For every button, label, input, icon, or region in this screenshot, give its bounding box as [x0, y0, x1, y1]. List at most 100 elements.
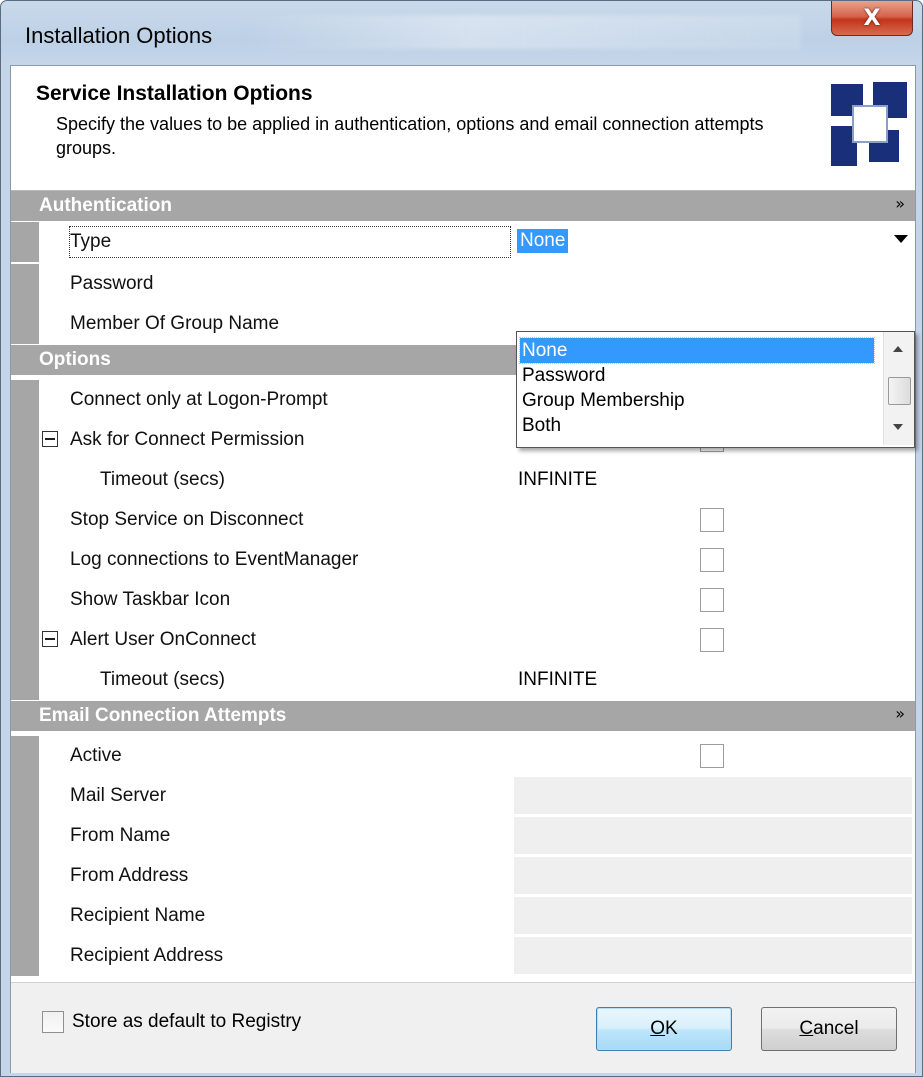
property-row-recipient-address[interactable]: Recipient Address	[11, 936, 915, 976]
row-margin	[11, 936, 39, 976]
dropdown-option-both[interactable]: Both	[520, 413, 874, 438]
checkbox[interactable]	[700, 588, 724, 612]
property-row-stop-service[interactable]: Stop Service on Disconnect	[11, 500, 915, 540]
row-margin	[11, 304, 39, 344]
dropdown-option-group-membership[interactable]: Group Membership	[520, 388, 874, 413]
header-panel: Service Installation Options Specify the…	[11, 66, 915, 191]
window-title: Installation Options	[25, 23, 213, 48]
dialog-window: Installation Options X Service Installat…	[0, 0, 923, 1077]
row-margin	[11, 896, 39, 936]
property-row-active[interactable]: Active	[11, 736, 915, 776]
property-row-recipient-name[interactable]: Recipient Name	[11, 896, 915, 936]
title-bar-glass	[241, 15, 801, 49]
scroll-up-arrow-icon[interactable]	[893, 346, 903, 352]
dialog-client: Service Installation Options Specify the…	[10, 65, 916, 1073]
title-bar[interactable]: Installation Options X	[1, 1, 922, 65]
property-value-disabled	[514, 897, 912, 934]
dropdown-option-password[interactable]: Password	[520, 363, 874, 388]
property-label: Log connections to EventManager	[70, 549, 359, 570]
scroll-thumb[interactable]	[888, 377, 911, 405]
category-email[interactable]: Email Connection Attempts »	[11, 701, 915, 731]
property-row-show-taskbar[interactable]: Show Taskbar Icon	[11, 580, 915, 620]
row-margin	[11, 580, 39, 620]
checkbox[interactable]	[700, 628, 724, 652]
property-row-mail-server[interactable]: Mail Server	[11, 776, 915, 816]
row-margin	[11, 264, 39, 304]
close-icon: X	[863, 5, 881, 31]
collapse-minus-icon[interactable]	[42, 631, 58, 647]
row-margin	[11, 420, 39, 460]
footer-bar: Store as default to Registry OK Cancel	[11, 982, 915, 1073]
property-value[interactable]	[514, 501, 912, 538]
collapse-minus-icon[interactable]	[42, 431, 58, 447]
checkbox[interactable]	[700, 548, 724, 572]
type-dropdown-list[interactable]: None Password Group Membership Both	[516, 331, 915, 448]
collapse-chevron-icon[interactable]: »	[895, 704, 905, 723]
row-margin	[11, 500, 39, 540]
property-value[interactable]	[514, 581, 912, 618]
property-label: Timeout (secs)	[100, 669, 225, 690]
property-value[interactable]	[514, 737, 912, 774]
checkbox[interactable]	[700, 744, 724, 768]
row-margin	[11, 380, 39, 420]
ok-button[interactable]: OK	[596, 1007, 732, 1051]
category-label: Authentication	[39, 195, 172, 216]
focus-rectangle	[69, 226, 511, 258]
timeout-value: INFINITE	[518, 469, 598, 490]
dropdown-scrollbar[interactable]	[883, 332, 914, 445]
property-label: Recipient Address	[70, 945, 224, 966]
property-label: Ask for Connect Permission	[70, 429, 305, 450]
property-row-from-name[interactable]: From Name	[11, 816, 915, 856]
checkbox[interactable]	[700, 508, 724, 532]
property-row-from-address[interactable]: From Address	[11, 856, 915, 896]
cancel-button[interactable]: Cancel	[761, 1007, 897, 1051]
property-label: Timeout (secs)	[100, 469, 225, 490]
property-value-disabled	[514, 777, 912, 814]
property-grid: Authentication » Type None Password Memb…	[11, 191, 915, 981]
property-row-ask-timeout[interactable]: Timeout (secs) INFINITE	[11, 460, 915, 500]
category-label: Email Connection Attempts	[39, 705, 287, 726]
store-registry-checkbox[interactable]	[42, 1011, 64, 1033]
property-row-alert-timeout[interactable]: Timeout (secs) INFINITE	[11, 660, 915, 700]
property-label: From Name	[70, 825, 171, 846]
header-description: Specify the values to be applied in auth…	[56, 114, 764, 158]
row-margin	[11, 222, 39, 262]
property-value-disabled	[514, 817, 912, 854]
property-row-log-connections[interactable]: Log connections to EventManager	[11, 540, 915, 580]
property-row-alert-user[interactable]: Alert User OnConnect	[11, 620, 915, 660]
row-margin	[11, 460, 39, 500]
property-label: Alert User OnConnect	[70, 629, 256, 650]
property-value[interactable]: INFINITE	[514, 661, 912, 698]
header-title: Service Installation Options	[36, 82, 313, 105]
row-margin	[11, 856, 39, 896]
cancel-label-rest: ancel	[813, 1018, 859, 1039]
property-label: From Address	[70, 865, 189, 886]
property-value[interactable]: INFINITE	[514, 461, 912, 498]
category-authentication[interactable]: Authentication »	[11, 191, 915, 221]
row-margin	[11, 540, 39, 580]
dropdown-arrow-icon[interactable]	[894, 235, 908, 243]
row-margin	[11, 620, 39, 660]
property-value[interactable]	[514, 621, 912, 658]
property-label-type: Type	[70, 231, 112, 252]
row-margin	[11, 776, 39, 816]
ok-accelerator: O	[650, 1018, 666, 1039]
close-button[interactable]: X	[831, 1, 913, 36]
property-row-type[interactable]: Type None	[11, 222, 915, 262]
property-label: Connect only at Logon-Prompt	[70, 389, 328, 410]
dropdown-option-none[interactable]: None	[519, 337, 875, 364]
property-row-password[interactable]: Password	[11, 264, 915, 304]
row-margin	[11, 736, 39, 776]
property-label: Mail Server	[70, 785, 167, 806]
category-label: Options	[39, 349, 111, 370]
property-label: Stop Service on Disconnect	[70, 509, 304, 530]
property-label: Recipient Name	[70, 905, 206, 926]
scroll-down-arrow-icon[interactable]	[893, 424, 903, 430]
collapse-chevron-icon[interactable]: »	[895, 194, 905, 213]
type-combobox[interactable]: None	[514, 225, 912, 258]
app-logo-icon	[831, 82, 907, 166]
property-value[interactable]	[514, 541, 912, 578]
store-registry-label[interactable]: Store as default to Registry	[72, 1011, 301, 1033]
timeout-value: INFINITE	[518, 669, 598, 690]
property-label-password: Password	[70, 273, 154, 294]
